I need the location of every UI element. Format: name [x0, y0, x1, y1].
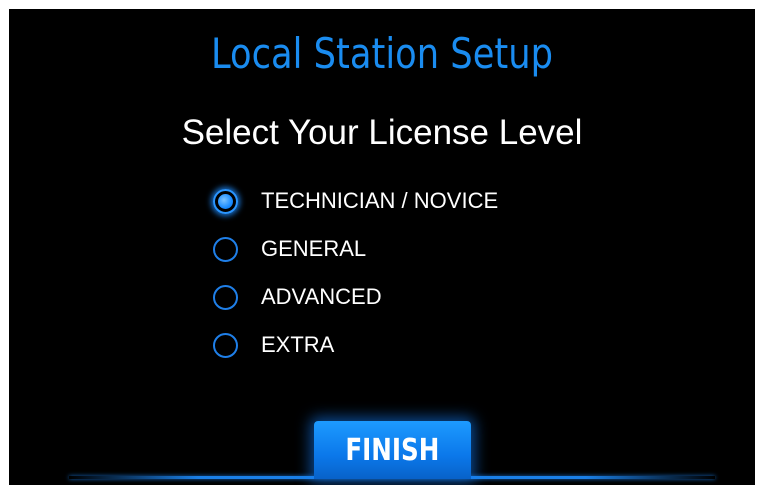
license-option-label: ADVANCED [261, 284, 382, 309]
radio-unselected-icon[interactable] [213, 332, 238, 358]
license-option-technician-novice[interactable]: TECHNICIAN / NOVICE [213, 187, 613, 215]
radio-unselected-icon[interactable] [213, 236, 238, 262]
page-subtitle: Select Your License Level [181, 113, 583, 152]
page-title: Local Station Setup [211, 29, 553, 78]
license-option-extra[interactable]: EXTRA [213, 331, 613, 359]
license-option-general[interactable]: GENERAL [213, 235, 613, 263]
license-options-group: TECHNICIAN / NOVICE GENERAL ADVANCED EXT… [213, 187, 613, 379]
radio-selected-icon[interactable] [213, 188, 238, 214]
license-option-label: GENERAL [261, 236, 367, 261]
license-option-label: EXTRA [261, 332, 335, 357]
radio-unselected-icon[interactable] [213, 284, 238, 310]
license-option-label: TECHNICIAN / NOVICE [261, 188, 499, 213]
license-option-advanced[interactable]: ADVANCED [213, 283, 613, 311]
finish-button[interactable]: FINISH [314, 421, 471, 479]
finish-button-label: FINISH [345, 432, 440, 468]
setup-screen: Local Station Setup Select Your License … [9, 9, 755, 485]
